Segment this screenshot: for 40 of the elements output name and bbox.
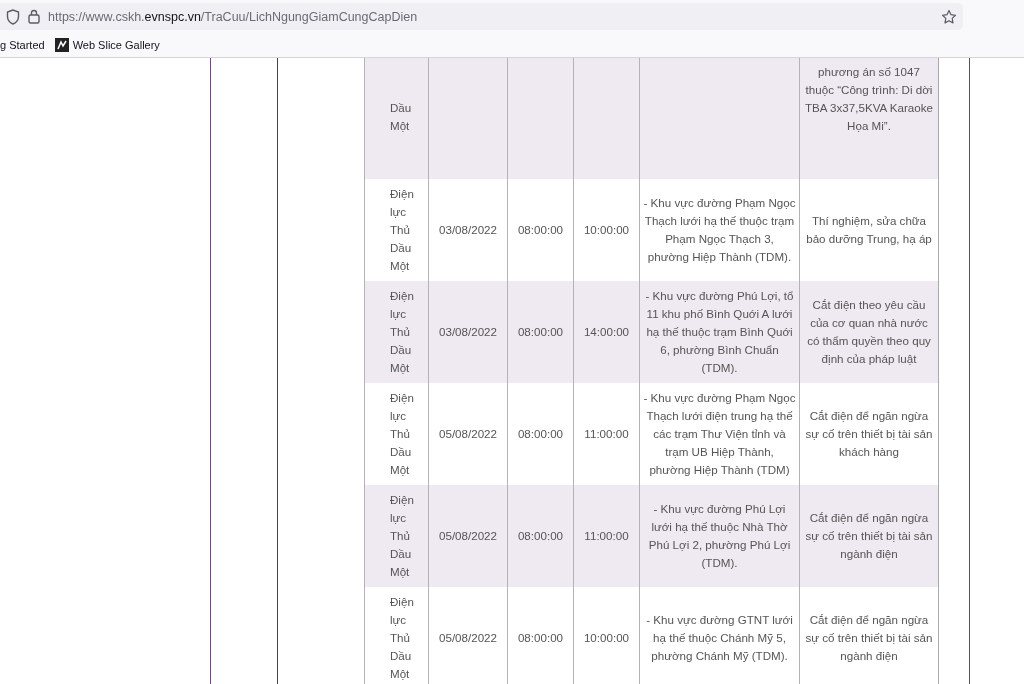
bookmark-link[interactable]: g Started [0,39,45,51]
reason-cell-text: Thí nghiệm, sửa chữa bảo dưỡng Trung, hạ áp [805,213,933,247]
end-time-cell-text: 11:00:00 [583,426,630,442]
area-cell-text: - Khu vực đường GTNT lưới hạ thế thuộc Chánh Mỹ 5, phường Chánh Mỹ (TDM). [645,612,794,664]
reason-cell-text: Cắt điện để ngăn ngừa sự cố trên thiết bị tài sản ngành điện [804,510,934,562]
reason-cell-text: Cắt điện theo yêu cầu của cơ quan nhà nước có thẩm quyền theo quy định của pháp luật [806,297,932,367]
unit-cell-text: Điện lực Thủ Dầu Một [390,594,415,682]
star-icon[interactable] [941,8,957,25]
date-cell-text: 05/08/2022 [438,630,498,646]
start-time-cell-text: 08:00:00 [516,426,565,442]
start-time-cell-text: 08:00:00 [516,630,565,646]
unit-cell-text: Điện lực Thủ Dầu Một [390,288,415,376]
end-time-cell-text: 10:00:00 [582,222,631,238]
end-time-cell-text: 11:00:00 [583,528,630,544]
reason-cell-text: Cắt điện để ngăn ngừa sự cố trên thiết bị tài sản ngành điện [804,612,934,664]
reason-cell-text: phương án số 1047 thuộc “Công trình: Di dời TBA 3x37,5KVA Karaoke Họa Mi”. [803,64,934,134]
end-time-cell-text: 10:00:00 [582,630,631,646]
date-cell-text: 05/08/2022 [438,426,498,442]
date-cell-text: 03/08/2022 [438,222,498,238]
reason-cell-text: Cắt điện để ngăn ngừa sự cố trên thiết bị tài sản khách hàng [804,408,934,460]
area-cell-text: - Khu vực đường Phú Lợi lưới hạ thế thuộc Nhà Thờ Phú Lợi 2, phường Phú Lợi (TDM). [647,501,792,571]
unit-cell-text: Điện lực Thủ Dầu Một [390,186,415,274]
unit-cell-text: Điện lực Thủ Dầu Một [390,390,415,478]
bookmark-link[interactable]: Web Slice Gallery [54,38,160,52]
end-time-cell-text: 14:00:00 [582,324,631,340]
area-cell-text: - Khu vực đường Phú Lợi, tổ 11 khu phố Bình Quới A lưới hạ thế thuộc trạm Bình Quới 6, phường Bình Chuẩn (TDM). [644,288,795,376]
date-cell-text: 03/08/2022 [438,324,498,340]
area-cell-text: - Khu vực đường Phạm Ngọc Thạch lưới điện trung hạ thế các trạm Thư Viện tỉnh và trạm UB Hiệp Thành, phường Hiệp Thành (TDM) [643,390,796,478]
date-cell-text: 05/08/2022 [438,528,498,544]
unit-cell-text: Điện lực Thủ Dầu Một [390,492,415,580]
lock-icon[interactable] [28,9,40,24]
start-time-cell-text: 08:00:00 [516,222,565,238]
unit-cell-text: Dầu Một [390,100,413,134]
area-cell-text: - Khu vực đường Phạm Ngọc Thạch lưới hạ thế thuộc trạm Phạm Ngọc Thạch 3, phường Hiệp Thành (TDM). [643,195,796,265]
url-text: https://www.cskh.evnspc.vn/TraCuu/LichNgungGiamCungCapDien [48,9,418,24]
slice-icon [54,38,69,52]
start-time-cell-text: 08:00:00 [516,528,565,544]
address-bar[interactable]: https://www.cskh.evnspc.vn/TraCuu/LichNgungGiamCungCapDien [0,3,963,30]
start-time-cell-text: 08:00:00 [516,324,565,340]
shield-icon[interactable] [6,8,20,25]
